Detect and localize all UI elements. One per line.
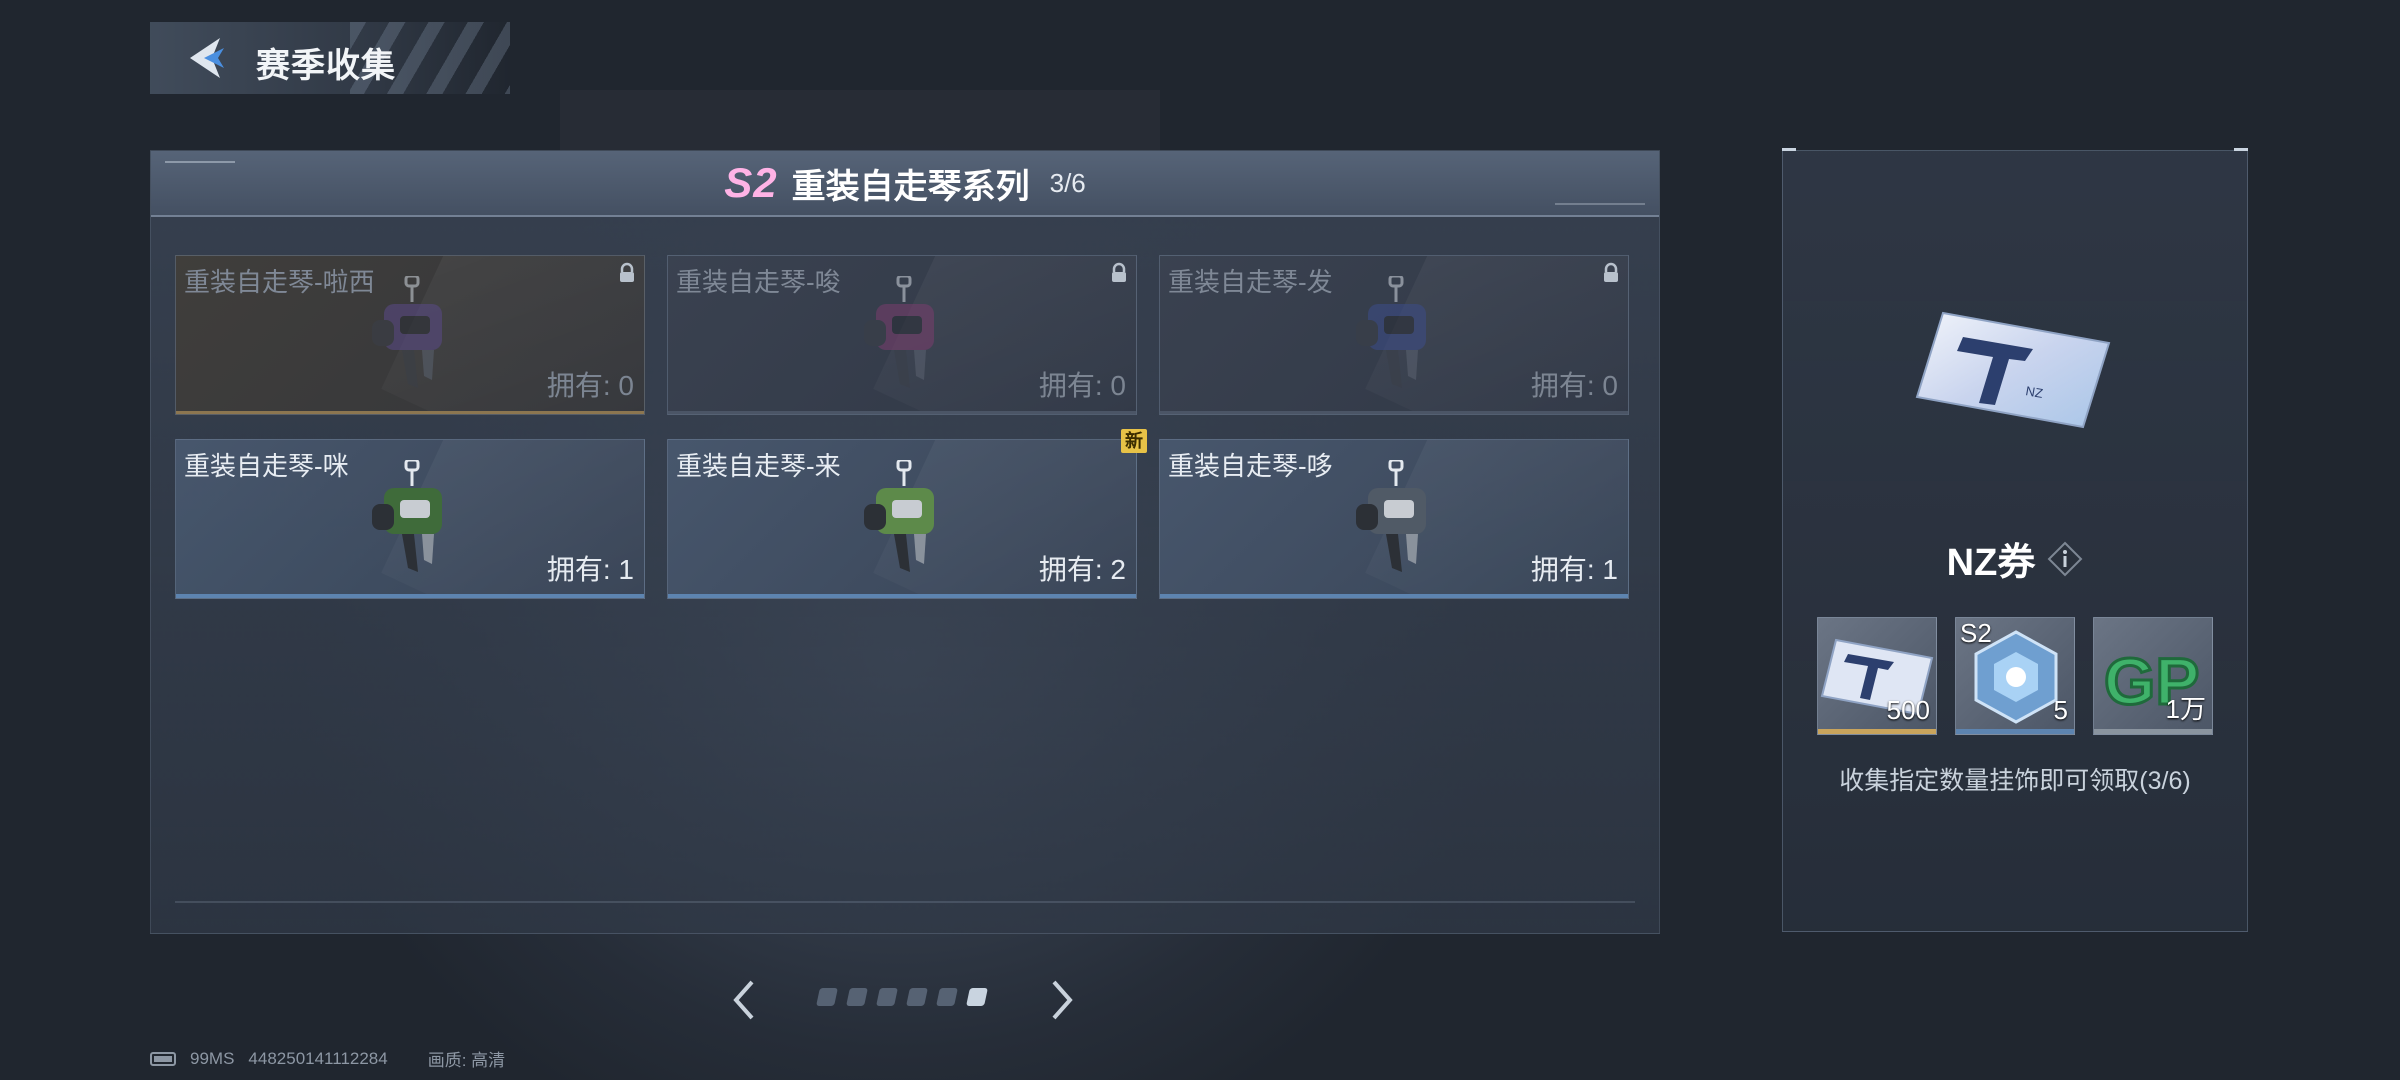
season-badge: S2: [724, 159, 778, 206]
page-dot[interactable]: [936, 988, 958, 1006]
lock-icon: [1604, 262, 1618, 282]
reward-item[interactable]: S2 5: [1955, 617, 2075, 735]
info-icon[interactable]: [2047, 541, 2083, 577]
series-progress: 3/6: [1049, 167, 1086, 198]
lock-icon: [620, 262, 634, 282]
top-bar: 赛季收集: [150, 22, 510, 94]
page-dot-active[interactable]: [966, 988, 988, 1006]
chevron-left-icon[interactable]: [728, 976, 760, 1024]
robot-keychain-icon: [372, 276, 442, 388]
card-name: 重装自走琴-哆: [1168, 451, 1333, 481]
robot-keychain-icon: [864, 460, 934, 572]
reward-items: 500 S2 5 GP 1万: [1817, 617, 2213, 735]
robot-keychain-icon: [1356, 460, 1426, 572]
panel-divider: [175, 901, 1635, 903]
item-quantity: 5: [2053, 695, 2068, 725]
owned-count: 拥有: 1: [546, 554, 634, 585]
reward-panel: NZ NZ券 500 S2 5 GP 1万 收集指定数量挂饰即可领取(3/6): [1782, 148, 2248, 932]
owned-count: 拥有: 0: [1530, 370, 1618, 401]
back-arrow-icon[interactable]: [180, 34, 228, 82]
reward-description: 收集指定数量挂饰即可领取(3/6): [1839, 767, 2191, 795]
robot-keychain-icon: [864, 276, 934, 388]
new-badge: 新: [1121, 429, 1147, 453]
robot-keychain-icon: [1356, 276, 1426, 388]
svg-text:NZ: NZ: [2024, 383, 2044, 401]
item-quantity: 1万: [2165, 694, 2206, 724]
card-name: 重装自走琴-发: [1168, 267, 1333, 297]
collection-card[interactable]: 重装自走琴-啦西 拥有: 0: [175, 255, 645, 415]
collection-card[interactable]: 重装自走琴-发 拥有: 0: [1159, 255, 1629, 415]
nz-ticket-icon: NZ: [1915, 311, 2111, 429]
corner-accent: [1782, 148, 1796, 151]
owned-count: 拥有: 0: [1038, 370, 1126, 401]
reward-item[interactable]: GP 1万: [2093, 617, 2213, 735]
robot-keychain-icon: [372, 460, 442, 572]
reward-item[interactable]: 500: [1817, 617, 1937, 735]
series-title-row: S2 重装自走琴系列 3/6: [151, 151, 1659, 215]
uid-text: 448250141112284: [248, 1048, 388, 1068]
owned-count: 拥有: 2: [1038, 554, 1126, 585]
collection-card[interactable]: 重装自走琴-哆 拥有: 1: [1159, 439, 1629, 599]
item-tag: S2: [1960, 618, 1992, 648]
page-dot[interactable]: [906, 988, 928, 1006]
status-footer: 99MS 448250141112284 画质: 高清: [150, 1046, 505, 1071]
collection-panel: S2 重装自走琴系列 3/6 重装自走琴-啦西 拥有: 0 重装自走琴-唆 拥有…: [150, 150, 1660, 934]
reward-name-row: NZ券: [1783, 531, 2247, 586]
corner-accent: [2234, 148, 2248, 151]
lock-icon: [1112, 262, 1126, 282]
card-name: 重装自走琴-来: [676, 451, 841, 481]
ping-text: 99MS: [190, 1048, 235, 1068]
item-quantity: 500: [1886, 695, 1930, 725]
collection-card[interactable]: 重装自走琴-唆 拥有: 0: [667, 255, 1137, 415]
page-title: 赛季收集: [256, 47, 396, 85]
owned-count: 拥有: 1: [1530, 554, 1618, 585]
collection-card[interactable]: 重装自走琴-来 拥有: 2: [667, 439, 1137, 599]
reward-name: NZ券: [1946, 542, 2036, 584]
page-dot[interactable]: [816, 988, 838, 1006]
owned-count: 拥有: 0: [546, 370, 634, 401]
series-name: 重装自走琴系列: [791, 167, 1030, 206]
page-indicator: [816, 988, 988, 1006]
page-dot[interactable]: [876, 988, 898, 1006]
chevron-right-icon[interactable]: [1046, 976, 1078, 1024]
card-name: 重装自走琴-啦西: [184, 267, 375, 297]
network-icon: [150, 1051, 176, 1066]
collection-card[interactable]: 重装自走琴-咪 拥有: 1: [175, 439, 645, 599]
card-name: 重装自走琴-唆: [676, 267, 841, 297]
page-dot[interactable]: [846, 988, 868, 1006]
card-name: 重装自走琴-咪: [184, 451, 349, 481]
series-header: S2 重装自走琴系列 3/6: [151, 151, 1659, 217]
quality-text: 画质: 高清: [427, 1051, 506, 1070]
